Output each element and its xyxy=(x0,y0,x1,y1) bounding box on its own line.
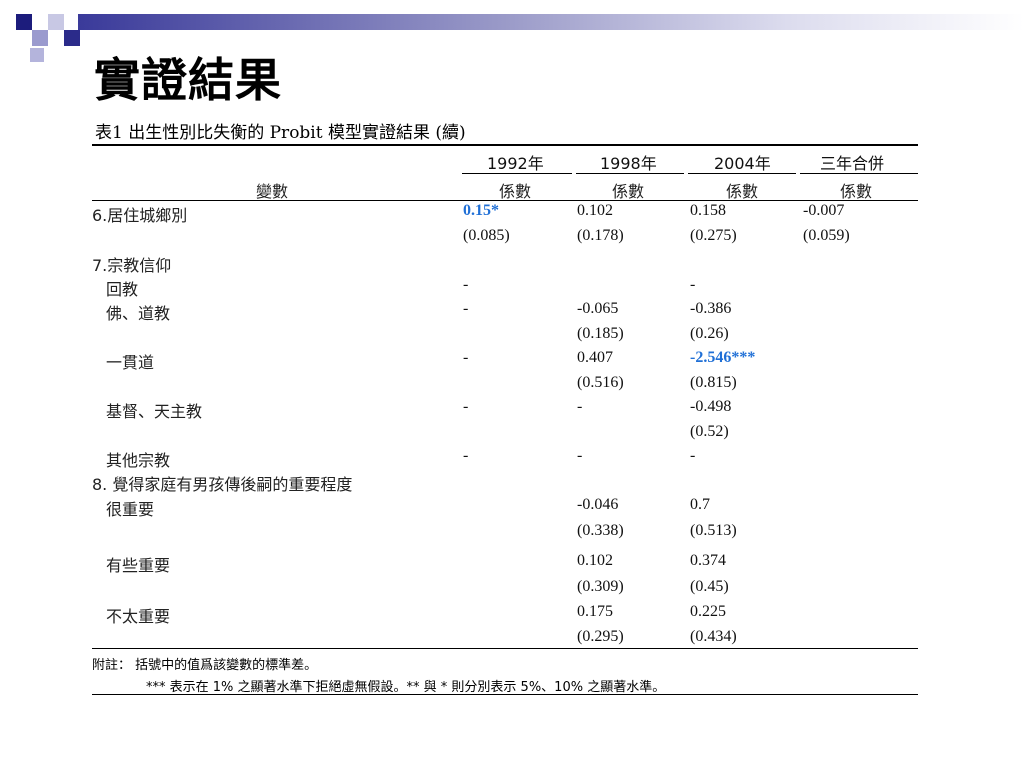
cell-value: 0.407 xyxy=(577,349,613,366)
col-header-year: 1998年 xyxy=(600,154,657,173)
header-square-decoration xyxy=(16,14,32,30)
row-label: 很重要 xyxy=(106,500,155,519)
header-square-decoration xyxy=(64,30,80,46)
cell-value: (0.52) xyxy=(690,423,729,440)
cell-value: 0.175 xyxy=(577,603,613,620)
table-bottom-rule xyxy=(92,648,918,649)
table-top-rule xyxy=(92,144,918,146)
cell-value: (0.059) xyxy=(803,227,850,244)
cell-value: (0.513) xyxy=(690,522,737,539)
col-header-coef: 係數 xyxy=(612,182,645,201)
cell-value: (0.085) xyxy=(463,227,510,244)
row-label: 基督、天主教 xyxy=(106,402,203,421)
cell-value: - xyxy=(463,398,469,415)
header-square-decoration xyxy=(30,48,44,62)
cell-value: (0.275) xyxy=(690,227,737,244)
row-label: 其他宗教 xyxy=(106,451,171,470)
col-header-coef: 係數 xyxy=(499,182,532,201)
cell-value: (0.178) xyxy=(577,227,624,244)
cell-value: 0.374 xyxy=(690,552,726,569)
header-gradient-bar xyxy=(78,14,1024,30)
cell-value: 0.7 xyxy=(690,496,710,513)
cell-value: (0.309) xyxy=(577,578,624,595)
cell-value: -0.046 xyxy=(577,496,619,513)
cell-value: (0.185) xyxy=(577,325,624,342)
header-square-decoration xyxy=(48,14,64,30)
notes-bottom-rule xyxy=(92,694,918,695)
cell-value: (0.338) xyxy=(577,522,624,539)
cell-value: (0.45) xyxy=(690,578,729,595)
cell-value: (0.434) xyxy=(690,628,737,645)
cell-value: 0.225 xyxy=(690,603,726,620)
row-label: 一貫道 xyxy=(106,353,155,372)
cell-value: -2.546*** xyxy=(690,349,756,366)
row-label: 回教 xyxy=(106,280,139,299)
cell-value: (0.516) xyxy=(577,374,624,391)
cell-value: -0.498 xyxy=(690,398,732,415)
table-caption: 表1 出生性別比失衡的 Probit 模型實證結果 (續) xyxy=(95,123,466,143)
cell-value: - xyxy=(463,349,469,366)
row-label: 6.居住城鄉別 xyxy=(92,206,188,225)
cell-value: 0.158 xyxy=(690,202,726,219)
table-note-1: 附註： 括號中的值爲該變數的標準差。 xyxy=(92,658,318,673)
cell-value: - xyxy=(463,300,469,317)
cell-value: - xyxy=(577,447,583,464)
header-square-decoration xyxy=(32,30,48,46)
cell-value: - xyxy=(577,398,583,415)
cell-value: (0.815) xyxy=(690,374,737,391)
col-header-variable: 變數 xyxy=(256,182,289,201)
row-label: 8. 覺得家庭有男孩傳後嗣的重要程度 xyxy=(92,475,353,494)
cell-value: - xyxy=(463,276,469,293)
row-label: 7.宗教信仰 xyxy=(92,256,172,275)
row-label: 佛、道教 xyxy=(106,304,171,323)
cell-value: -0.386 xyxy=(690,300,732,317)
col-header-year: 1992年 xyxy=(487,154,544,173)
cell-value: (0.295) xyxy=(577,628,624,645)
cell-value: (0.26) xyxy=(690,325,729,342)
row-label: 不太重要 xyxy=(106,607,171,626)
row-label: 有些重要 xyxy=(106,556,171,575)
cell-value: 0.102 xyxy=(577,552,613,569)
col-header-year: 三年合併 xyxy=(820,154,885,173)
cell-value: -0.007 xyxy=(803,202,845,219)
cell-value: - xyxy=(690,447,696,464)
cell-value: -0.065 xyxy=(577,300,619,317)
cell-value: 0.15* xyxy=(463,202,499,219)
cell-value: - xyxy=(463,447,469,464)
col-header-coef: 係數 xyxy=(840,182,873,201)
col-header-year: 2004年 xyxy=(714,154,771,173)
cell-value: 0.102 xyxy=(577,202,613,219)
slide-title: 實證結果 xyxy=(94,53,282,107)
table-note-2: *** 表示在 1% 之顯著水準下拒絕虛無假設。** 與 * 則分別表示 5%、… xyxy=(146,680,666,695)
col-header-coef: 係數 xyxy=(726,182,759,201)
cell-value: - xyxy=(690,276,696,293)
